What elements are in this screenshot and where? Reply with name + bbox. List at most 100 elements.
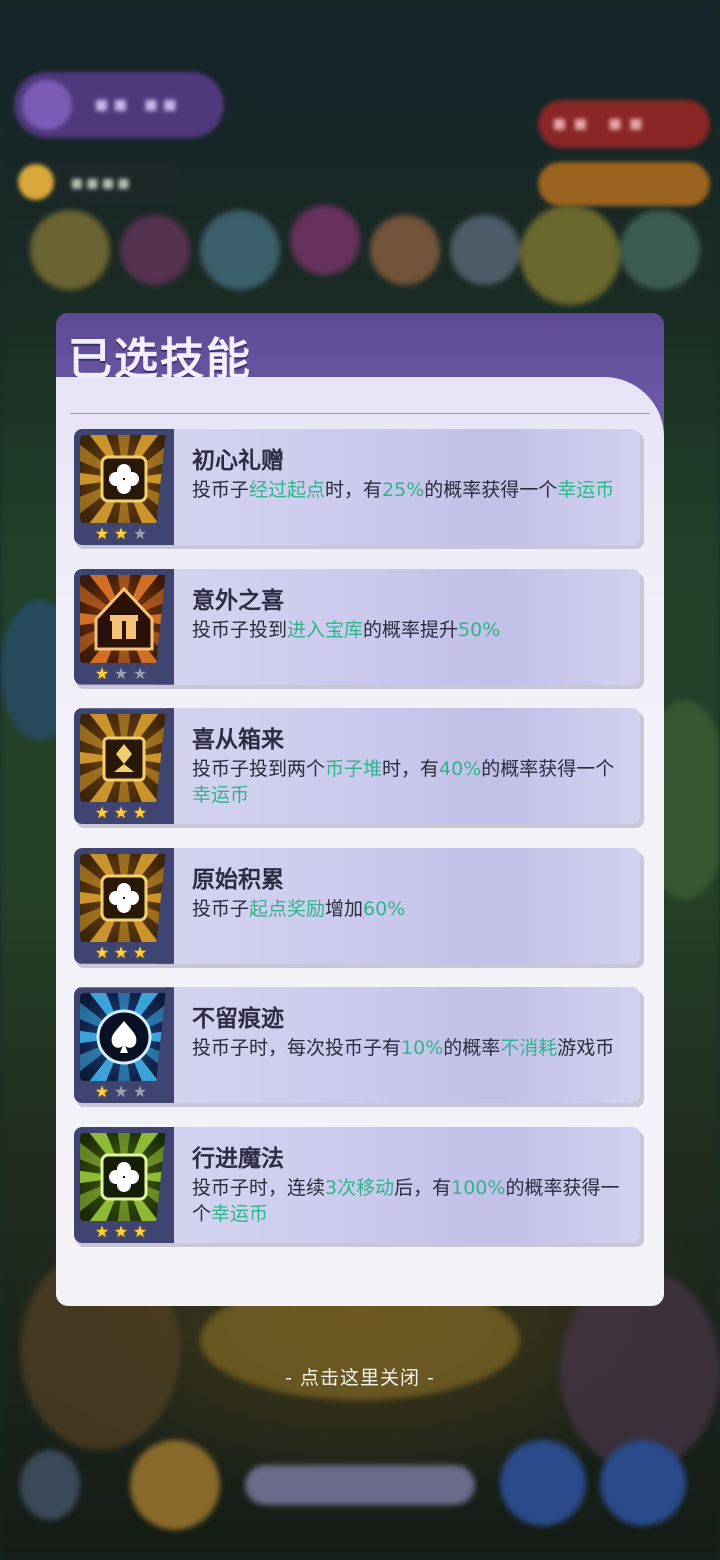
skill-card-body: ★ ★ ★ 原始积累投币子起点奖励增加60% xyxy=(74,847,640,964)
star-icon: ★ xyxy=(113,1222,129,1241)
highlight-text: 100% xyxy=(451,1177,506,1199)
skill-card-body: ★ ★ ★ 喜从箱来 投币子投到两个币子堆时，有40%的概率获得一个幸运币 xyxy=(74,708,640,825)
description-text: 投币子时，连续 xyxy=(192,1177,326,1199)
bottom-settings-button xyxy=(130,1440,220,1530)
skill-name: 行进魔法 xyxy=(192,1146,284,1172)
gift-house-icon xyxy=(80,574,168,663)
highlight-text: 经过起点 xyxy=(249,479,326,501)
skill-description: 投币子时，连续3次移动后，有100%的概率获得一个幸运币 xyxy=(192,1175,632,1227)
star-icon: ★ xyxy=(132,1222,148,1241)
star-icon: ★ xyxy=(132,663,148,683)
star-icon: ★ xyxy=(94,1082,110,1102)
highlight-text: 起点奖励 xyxy=(249,897,326,920)
star-rating: ★ ★ ★ xyxy=(94,942,148,962)
player-badge: ▪▪ ▪▪ xyxy=(14,72,224,138)
star-icon: ★ xyxy=(113,942,129,962)
skill-icon-frame: ★ ★ ★ xyxy=(74,429,174,545)
spade-icon xyxy=(80,993,168,1082)
skill-icon-frame: ★ ★ ★ xyxy=(74,568,174,685)
skill-card: ★ ★ ★ 喜从箱来 投币子投到两个币子堆时，有40%的概率获得一个幸运币 xyxy=(74,708,644,829)
skill-name: 意外之喜 xyxy=(192,587,284,614)
highlight-text: 幸运币 xyxy=(557,479,615,501)
star-icon: ★ xyxy=(94,524,110,543)
star-icon: ★ xyxy=(94,663,110,683)
star-icon: ★ xyxy=(132,524,148,543)
skill-name: 不留痕迹 xyxy=(192,1006,284,1033)
star-rating: ★ ★ ★ xyxy=(94,663,148,683)
selected-skills-panel: 已选技能 ★ ★ ★ 初心礼赠 投币子经过起点时，有25%的概率获得一个幸运币 ★ ★ ★ 意… xyxy=(56,313,664,1306)
highlight-text: 不消耗 xyxy=(500,1037,558,1060)
clover-green-box-icon xyxy=(80,1133,168,1221)
skill-name: 喜从箱来 xyxy=(192,727,284,754)
description-text: 的概率 xyxy=(443,1037,501,1060)
top-right-badge-text: ▪▪ ▪▪ xyxy=(552,111,650,136)
skill-icon-frame: ★ ★ ★ xyxy=(74,987,174,1104)
player-badge-text: ▪▪ ▪▪ xyxy=(94,92,182,117)
highlight-text: 进入宝库 xyxy=(287,618,364,641)
highlight-text: 幸运币 xyxy=(211,1203,269,1225)
skill-card: ★ ★ ★ 原始积累投币子起点奖励增加60% xyxy=(74,847,644,968)
bottom-progress-bar xyxy=(245,1465,475,1505)
star-rating: ★ ★ ★ xyxy=(94,1084,148,1100)
star-rating: ★ ★ ★ xyxy=(94,805,148,821)
description-text: 投币子 xyxy=(192,479,250,501)
coin-icon xyxy=(18,164,54,200)
bottom-action-button-2 xyxy=(600,1440,686,1526)
skill-icon-frame: ★ ★ ★ xyxy=(74,1127,174,1243)
skill-icon-frame: ★ ★ ★ xyxy=(74,708,174,825)
star-icon: ★ xyxy=(132,803,148,823)
description-text: 的概率获得一个 xyxy=(424,479,558,501)
skill-card-body: ★ ★ ★ 不留痕迹 投币子时，每次投币子有10%的概率不消耗游戏币 xyxy=(74,987,640,1104)
skill-description: 投币子投到两个币子堆时，有40%的概率获得一个幸运币 xyxy=(192,756,632,808)
skill-icon-frame: ★ ★ ★ xyxy=(74,847,174,964)
description-text: 投币子时，每次投币子有 xyxy=(192,1037,402,1060)
top-right-button xyxy=(538,162,710,206)
coin-counter: ▪▪▪▪ xyxy=(14,160,184,204)
skill-card-body: ★ ★ ★ 意外之喜 投币子投到进入宝库的概率提升50% xyxy=(74,568,640,685)
coin-counter-text: ▪▪▪▪ xyxy=(70,170,133,194)
close-hint-button[interactable]: - 点击这里关闭 - xyxy=(0,1363,720,1390)
star-rating: ★ ★ ★ xyxy=(94,526,148,542)
clover-box-icon xyxy=(80,853,168,942)
description-text: 投币子投到两个 xyxy=(192,758,326,781)
star-icon: ★ xyxy=(132,1082,148,1102)
highlight-text: 50% xyxy=(458,618,501,641)
star-icon: ★ xyxy=(113,663,129,683)
description-text: 后，有 xyxy=(394,1177,452,1199)
highlight-text: 60% xyxy=(363,897,406,920)
description-text: 的概率提升 xyxy=(363,618,459,641)
skill-card-body: ★ ★ ★ 行进魔法投币子时，连续3次移动后，有100%的概率获得一个幸运币 xyxy=(74,1127,640,1243)
highlight-text: 40% xyxy=(439,758,482,781)
description-text: 投币子投到 xyxy=(192,618,288,641)
bottom-action-button-1 xyxy=(500,1440,586,1526)
skill-description: 投币子时，每次投币子有10%的概率不消耗游戏币 xyxy=(192,1035,632,1061)
highlight-text: 25% xyxy=(382,479,425,501)
skill-card: ★ ★ ★ 行进魔法投币子时，连续3次移动后，有100%的概率获得一个幸运币 xyxy=(74,1127,644,1247)
highlight-text: 币子堆 xyxy=(325,758,383,781)
description-text: 增加 xyxy=(325,897,364,920)
description-text: 时，有 xyxy=(325,479,383,501)
star-rating: ★ ★ ★ xyxy=(94,1224,148,1240)
panel-body: ★ ★ ★ 初心礼赠 投币子经过起点时，有25%的概率获得一个幸运币 ★ ★ ★ 意外之喜 投币… xyxy=(56,377,664,1306)
clover-burst-icon xyxy=(80,435,168,523)
star-icon: ★ xyxy=(94,942,110,962)
skill-card-body: ★ ★ ★ 初心礼赠 投币子经过起点时，有25%的概率获得一个幸运币 xyxy=(74,429,640,545)
description-text: 的概率获得一个 xyxy=(481,758,615,781)
highlight-text: 幸运币 xyxy=(192,784,250,807)
star-icon: ★ xyxy=(113,524,129,543)
avatar xyxy=(22,80,72,130)
skill-card: ★ ★ ★ 不留痕迹 投币子时，每次投币子有10%的概率不消耗游戏币 xyxy=(74,987,644,1108)
highlight-text: 3次移动 xyxy=(325,1177,395,1199)
star-icon: ★ xyxy=(94,803,110,823)
top-right-badge: ▪▪ ▪▪ xyxy=(538,100,710,148)
description-text: 时，有 xyxy=(382,758,440,781)
skill-description: 投币子起点奖励增加60% xyxy=(192,896,632,922)
description-text: 游戏币 xyxy=(557,1037,615,1060)
skill-card: ★ ★ ★ 意外之喜 投币子投到进入宝库的概率提升50% xyxy=(74,568,644,689)
skill-description: 投币子经过起点时，有25%的概率获得一个幸运币 xyxy=(192,477,632,503)
skill-description: 投币子投到进入宝库的概率提升50% xyxy=(192,617,632,643)
diamond-box-icon xyxy=(80,714,168,803)
skill-name: 原始积累 xyxy=(192,866,284,893)
divider xyxy=(70,413,650,414)
description-text: 投币子 xyxy=(192,897,250,920)
